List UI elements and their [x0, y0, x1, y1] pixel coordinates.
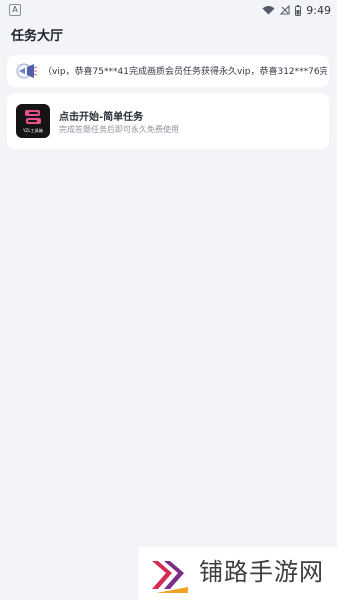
app-logo: YZL工具箱 — [16, 104, 50, 138]
status-time: 9:49 — [306, 3, 331, 17]
task-title: 点击开始-简单任务 — [59, 112, 144, 123]
watermark-text: 铺路手游网 — [199, 558, 324, 586]
status-icons: 9:49 — [262, 1, 331, 19]
no-signal-icon — [280, 5, 290, 15]
megaphone-icon — [16, 63, 38, 79]
task-card-simple[interactable]: YZL工具箱 点击开始-简单任务 完成答题任务后即可永久免费使用 — [7, 93, 329, 149]
app-indicator-icon: A — [9, 4, 21, 16]
page-title: 任务大厅 — [11, 29, 64, 44]
battery-icon — [295, 4, 302, 16]
watermark-logo-icon — [152, 561, 188, 593]
logo-text: YZL工具箱 — [22, 128, 43, 133]
site-watermark: 铺路手游网 — [138, 547, 337, 600]
task-subtitle: 完成答题任务后即可永久免费使用 — [59, 125, 179, 134]
marquee-viewport: （vip，恭喜75***41完成画质会员任务获得永久vip，恭喜312***76… — [43, 55, 327, 87]
marquee-text: （vip，恭喜75***41完成画质会员任务获得永久vip，恭喜312***76… — [43, 67, 327, 77]
status-bar: A 9:49 — [0, 0, 337, 20]
announcement-marquee: （vip，恭喜75***41完成画质会员任务获得永久vip，恭喜312***76… — [7, 55, 329, 87]
logo-mark-icon — [25, 110, 41, 124]
wifi-icon — [262, 6, 275, 15]
